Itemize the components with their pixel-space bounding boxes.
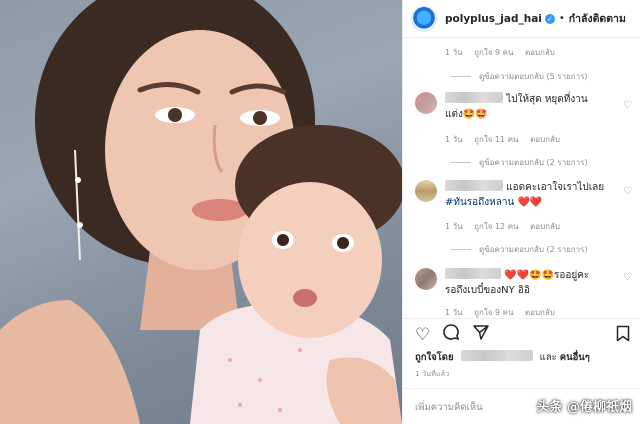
comment-meta: 1 วัน ถูกใจ 11 คน ตอบกลับ bbox=[445, 133, 569, 146]
header-separator: • bbox=[558, 13, 565, 24]
replies-divider bbox=[451, 162, 471, 163]
view-replies-link[interactable]: ดูข้อความตอบกลับ (2 รายการ) bbox=[451, 243, 588, 256]
view-replies-label: ดูข้อความตอบกลับ (2 รายการ) bbox=[479, 245, 588, 254]
source-watermark: 头条 @倦柳祇烟 bbox=[536, 400, 632, 415]
comment-likes-count[interactable]: ถูกใจ 9 คน bbox=[474, 48, 513, 57]
comment-age: 1 วัน bbox=[445, 308, 463, 317]
reply-link[interactable]: ตอบกลับ bbox=[525, 308, 555, 317]
commenter-avatar[interactable] bbox=[415, 180, 437, 202]
bookmark-icon[interactable] bbox=[616, 325, 630, 346]
comment-item: ไปให้สุด หยุดที่งาน แต่ง🤩🤩 bbox=[415, 92, 633, 132]
post-header: polyplus_jad_hai ✓ • กำลังติดตาม bbox=[403, 0, 640, 38]
view-replies-link[interactable]: ดูข้อความตอบกลับ (2 รายการ) bbox=[451, 156, 588, 169]
comment-meta: 1 วัน ถูกใจ 12 คน ตอบกลับ bbox=[445, 220, 569, 233]
verified-badge-icon: ✓ bbox=[544, 13, 555, 24]
comment-body-line2: แต่ง🤩🤩 bbox=[445, 109, 488, 120]
comment-hashtag[interactable]: #ทันรอถึงหลาน bbox=[445, 197, 514, 208]
post-date: 1 วันที่แล้ว bbox=[415, 370, 450, 378]
blurred-username[interactable] bbox=[445, 180, 503, 191]
post-actions: ♡ bbox=[415, 323, 502, 346]
reply-link[interactable]: ตอบกลับ bbox=[530, 222, 560, 231]
comment-age: 1 วัน bbox=[445, 222, 463, 231]
account-avatar[interactable] bbox=[411, 5, 437, 32]
replies-divider bbox=[451, 249, 471, 250]
replies-divider bbox=[451, 76, 471, 77]
liked-by-label: ถูกใจโดย bbox=[415, 352, 454, 363]
view-replies-label: ดูข้อความตอบกลับ (5 รายการ) bbox=[479, 72, 588, 81]
comment-text: แอดคะเอาใจเราไปเลย #ทันรอถึงหลาน ❤️❤️ bbox=[445, 180, 605, 210]
view-replies-label: ดูข้อความตอบกลับ (2 รายการ) bbox=[479, 158, 588, 167]
comment-like-heart-icon[interactable]: ♡ bbox=[623, 100, 632, 111]
comment-hearts: ❤️❤️ bbox=[517, 197, 543, 208]
blurred-username[interactable] bbox=[445, 268, 501, 279]
comment-body: แอดคะเอาใจเราไปเลย bbox=[506, 182, 605, 193]
following-button[interactable]: กำลังติดตาม bbox=[569, 10, 626, 27]
blurred-liker-name[interactable] bbox=[460, 350, 533, 361]
comment-body: ไปให้สุด หยุดที่งาน bbox=[506, 94, 588, 105]
comment-meta: 1 วัน ถูกใจ 9 คน ตอบกลับ bbox=[445, 46, 564, 59]
comment-text: ❤️❤️🤩🤩รออยู่คะ รอถึงเบบี๋ของNY อิอิ bbox=[445, 268, 605, 298]
reply-link[interactable]: ตอบกลับ bbox=[530, 135, 560, 144]
photo-illustration bbox=[0, 0, 402, 424]
blurred-username[interactable] bbox=[445, 92, 503, 103]
reply-link[interactable]: ตอบกลับ bbox=[525, 48, 555, 57]
comment-age: 1 วัน bbox=[445, 48, 463, 57]
commenter-avatar[interactable] bbox=[415, 268, 437, 290]
view-replies-link[interactable]: ดูข้อความตอบกลับ (5 รายการ) bbox=[451, 70, 588, 83]
commenter-avatar[interactable] bbox=[415, 92, 437, 114]
comment-item: แอดคะเอาใจเราไปเลย #ทันรอถึงหลาน ❤️❤️ bbox=[415, 180, 633, 220]
comment-text: ไปให้สุด หยุดที่งาน แต่ง🤩🤩 bbox=[445, 92, 605, 122]
comment-like-heart-icon[interactable]: ♡ bbox=[623, 186, 632, 197]
comment-emoji-prefix: ❤️❤️🤩🤩 bbox=[504, 270, 554, 281]
like-heart-icon[interactable]: ♡ bbox=[415, 325, 430, 345]
comment-likes-count[interactable]: ถูกใจ 11 คน bbox=[474, 135, 518, 144]
comment-likes-count[interactable]: ถูกใจ 12 คน bbox=[474, 222, 518, 231]
comment-like-heart-icon[interactable]: ♡ bbox=[623, 272, 632, 283]
likes-and-label: และ bbox=[539, 352, 557, 363]
share-paper-plane-icon[interactable] bbox=[472, 323, 490, 346]
post-photo[interactable] bbox=[0, 0, 402, 424]
comment-bubble-icon[interactable] bbox=[442, 323, 460, 346]
comment-age: 1 วัน bbox=[445, 135, 463, 144]
comment-body-line2: รอถึงเบบี๋ของNY อิอิ bbox=[445, 285, 530, 296]
post-side-panel: polyplus_jad_hai ✓ • กำลังติดตาม 1 วัน ถ… bbox=[402, 0, 640, 424]
comment-item: ❤️❤️🤩🤩รออยู่คะ รอถึงเบบี๋ของNY อิอิ bbox=[415, 268, 633, 308]
actions-divider bbox=[403, 318, 640, 319]
comment-body: รออยู่คะ bbox=[554, 270, 590, 281]
likes-others-link[interactable]: คนอื่นๆ bbox=[560, 352, 590, 363]
account-username[interactable]: polyplus_jad_hai bbox=[445, 13, 542, 25]
comment-likes-count[interactable]: ถูกใจ 9 คน bbox=[474, 308, 513, 317]
likes-summary: ถูกใจโดย และ คนอื่นๆ bbox=[415, 350, 590, 365]
